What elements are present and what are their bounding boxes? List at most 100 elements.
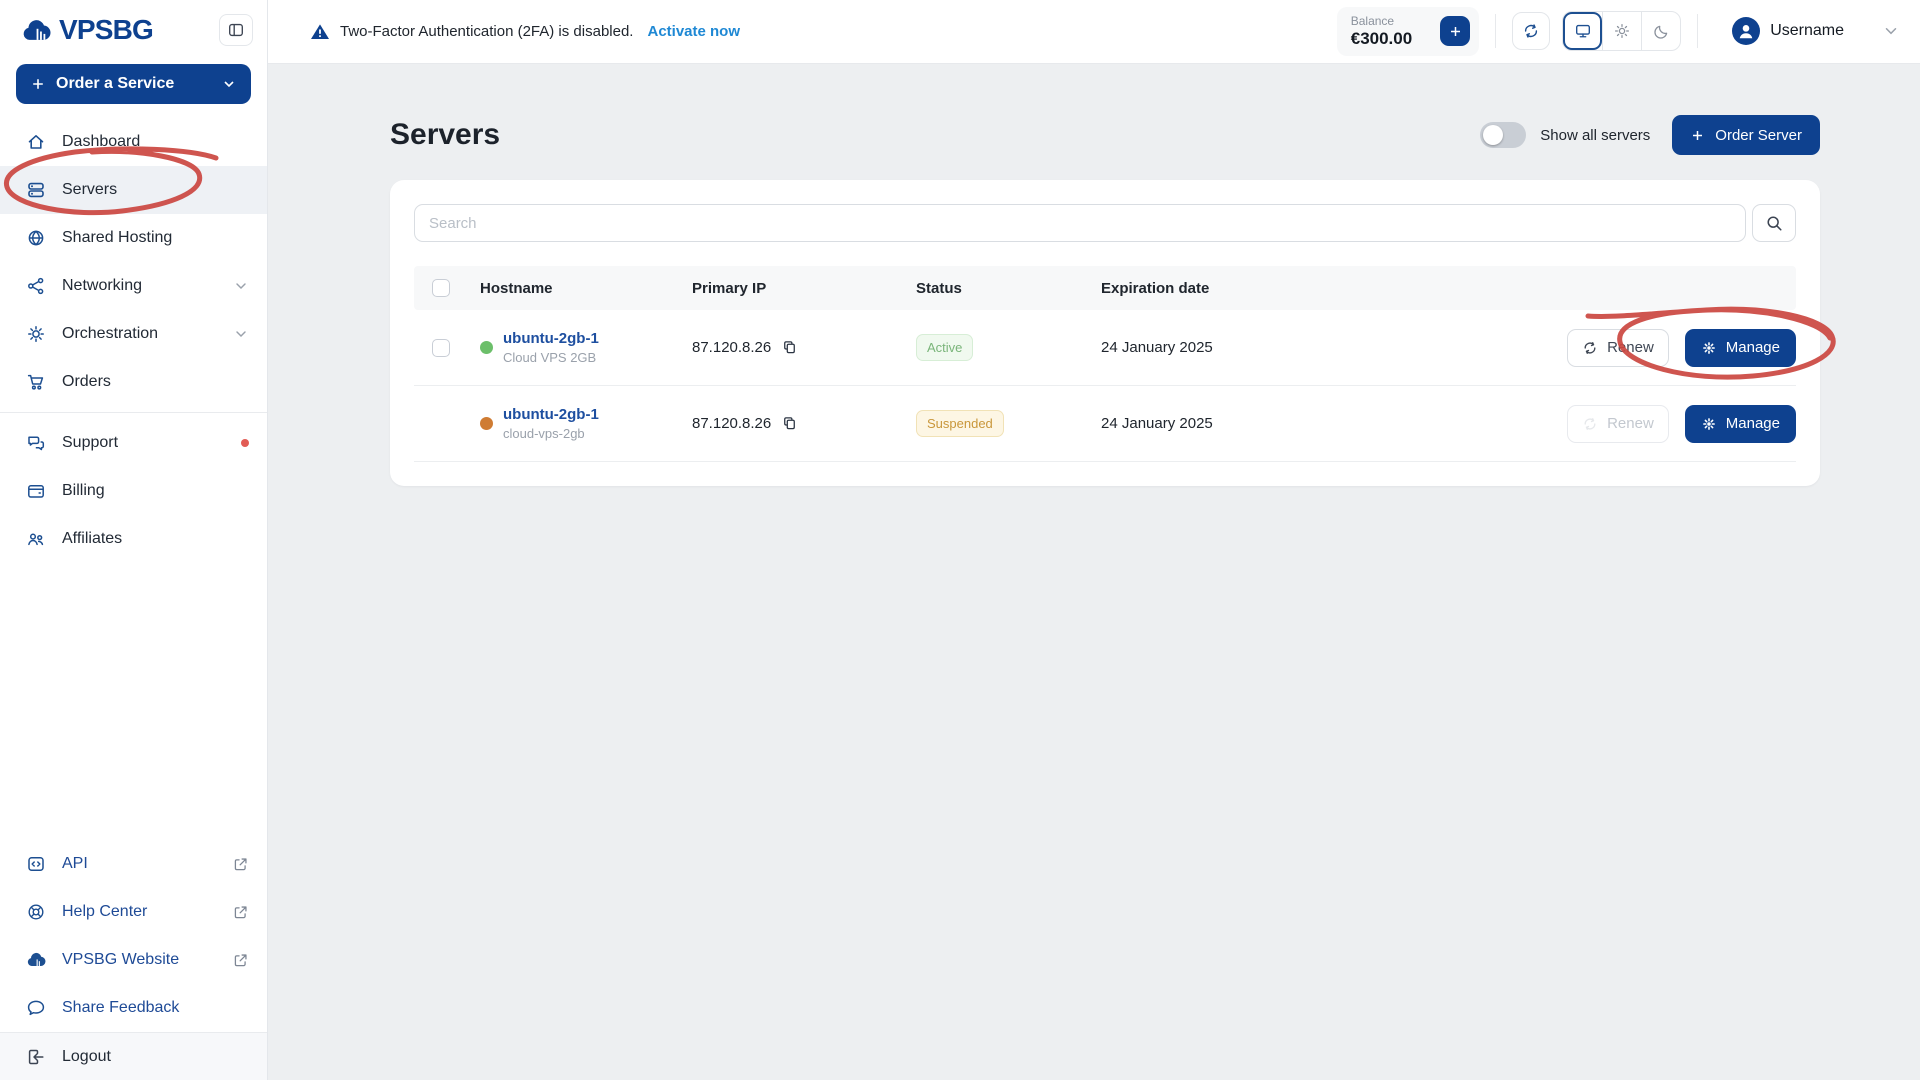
order-server-label: Order Server — [1715, 126, 1802, 144]
balance-card: Balance €300.00 — [1336, 6, 1480, 57]
warning-text: Two-Factor Authentication (2FA) is disab… — [340, 23, 634, 40]
sidebar-logo-row: VPSBG — [0, 0, 267, 60]
manage-label: Manage — [1725, 339, 1780, 356]
user-menu-chevron-icon[interactable] — [1882, 22, 1900, 40]
sidebar-collapse-button[interactable] — [219, 14, 253, 46]
users-icon — [26, 529, 46, 549]
sidebar-item-vpsbg-website[interactable]: VPSBG Website — [0, 936, 267, 984]
sidebar-item-servers[interactable]: Servers — [0, 166, 267, 214]
manage-button[interactable]: Manage — [1684, 404, 1796, 443]
primary-ip-cell: 87.120.8.26 — [692, 339, 916, 356]
primary-ip-cell: 87.120.8.26 — [692, 415, 916, 432]
expiration-date: 24 January 2025 — [1101, 415, 1213, 432]
copy-ip-button[interactable] — [781, 339, 798, 356]
plus-icon — [1693, 130, 1703, 140]
gear-icon — [1702, 417, 1715, 430]
chat-bubbles-icon — [26, 433, 46, 453]
balance-value: €300.00 — [1350, 29, 1413, 49]
sidebar-item-label: Support — [62, 434, 119, 451]
user-menu[interactable]: Username — [1732, 17, 1844, 46]
toggle-knob — [1483, 125, 1504, 145]
renew-button-disabled[interactable]: Renew — [1567, 404, 1669, 443]
cart-icon — [26, 372, 46, 392]
select-all-checkbox[interactable] — [432, 279, 450, 297]
avatar — [1732, 17, 1761, 46]
external-link-icon — [232, 856, 249, 873]
person-icon — [1739, 25, 1753, 39]
sidebar-item-affiliates[interactable]: Affiliates — [0, 515, 267, 563]
sidebar-footer: API Help Center VPSBG Website Share Feed… — [0, 840, 267, 1080]
renew-label: Renew — [1607, 339, 1654, 356]
sidebar-item-label: Networking — [62, 277, 143, 294]
plan-label: cloud-vps-2gb — [503, 426, 585, 441]
sidebar-item-billing[interactable]: Billing — [0, 467, 267, 515]
brand-logo[interactable]: VPSBG — [16, 14, 154, 46]
username-label: Username — [1770, 22, 1844, 40]
external-link-icon — [232, 952, 249, 969]
hostname-link[interactable]: ubuntu-2gb-1 — [503, 406, 599, 423]
refresh-button[interactable] — [1512, 12, 1551, 51]
home-icon — [26, 132, 46, 152]
search-icon — [1766, 215, 1782, 231]
table-body: ubuntu-2gb-1 Cloud VPS 2GB 87.120.8.26 A… — [414, 310, 1796, 462]
theme-switcher — [1562, 11, 1682, 52]
sidebar-item-share-feedback[interactable]: Share Feedback — [0, 984, 267, 1032]
sidebar-item-help-center[interactable]: Help Center — [0, 888, 267, 936]
sidebar-item-support[interactable]: Support — [0, 419, 267, 467]
ip-address: 87.120.8.26 — [692, 339, 772, 356]
plus-icon — [1450, 26, 1460, 36]
activate-now-link[interactable]: Activate now — [647, 23, 740, 40]
plan-label: Cloud VPS 2GB — [503, 350, 597, 365]
sidebar-item-orchestration[interactable]: Orchestration — [0, 310, 267, 358]
status-badge: Suspended — [916, 410, 1004, 437]
page-header: Servers Show all servers Order Server — [390, 114, 1820, 156]
sidebar-item-orders[interactable]: Orders — [0, 358, 267, 406]
wallet-icon — [26, 481, 46, 501]
sidebar-item-label: Help Center — [62, 903, 148, 920]
sidebar-item-label: Orchestration — [62, 325, 159, 342]
sidebar-item-label: Affiliates — [62, 530, 123, 547]
search-button[interactable] — [1752, 204, 1796, 242]
collapse-panel-icon — [229, 23, 243, 37]
sidebar-item-label: VPSBG Website — [62, 951, 180, 968]
sidebar-item-shared-hosting[interactable]: Shared Hosting — [0, 214, 267, 262]
manage-button[interactable]: Manage — [1684, 328, 1796, 367]
cloud-icon — [26, 950, 46, 970]
share-nodes-icon — [26, 276, 46, 296]
sidebar-item-label: Dashboard — [62, 133, 141, 150]
sidebar-item-api[interactable]: API — [0, 840, 267, 888]
theme-light-button[interactable] — [1602, 12, 1641, 51]
sidebar-item-label: API — [62, 855, 88, 872]
sidebar: VPSBG Order a Service Dashboard Servers — [0, 0, 268, 1080]
order-server-button[interactable]: Order Server — [1672, 115, 1820, 155]
show-all-servers-toggle[interactable] — [1480, 122, 1527, 148]
renew-button[interactable]: Renew — [1567, 328, 1669, 367]
hostname-link[interactable]: ubuntu-2gb-1 — [503, 330, 599, 347]
gear-icon — [1702, 341, 1715, 354]
order-a-service-label: Order a Service — [56, 75, 175, 92]
theme-dark-button[interactable] — [1641, 12, 1680, 51]
topbar-right: Balance €300.00 Username — [1336, 6, 1906, 57]
topbar-divider — [1495, 14, 1497, 49]
sidebar-item-dashboard[interactable]: Dashboard — [0, 118, 267, 166]
search-input[interactable] — [414, 204, 1746, 242]
sidebar-item-networking[interactable]: Networking — [0, 262, 267, 310]
column-header-primary-ip: Primary IP — [692, 279, 767, 297]
add-funds-button[interactable] — [1440, 16, 1471, 47]
order-a-service-button[interactable]: Order a Service — [16, 64, 251, 104]
logout-button[interactable]: Logout — [0, 1032, 267, 1080]
content-area: Servers Show all servers Order Server Se… — [268, 64, 1920, 1080]
support-notification-dot — [241, 439, 249, 447]
row-actions: Renew Manage — [1563, 328, 1796, 367]
brand-name: VPSBG — [59, 14, 154, 45]
copy-ip-button[interactable] — [781, 415, 798, 432]
row-actions: Renew Manage — [1563, 404, 1796, 443]
renew-icon — [1584, 341, 1596, 354]
row-checkbox[interactable] — [432, 338, 450, 357]
monitor-icon — [1575, 25, 1590, 38]
status-dot-suspended — [480, 417, 493, 430]
app-window: VPSBG Order a Service Dashboard Servers — [0, 0, 1920, 1080]
page-header-actions: Show all servers Order Server — [1480, 115, 1820, 155]
theme-system-button[interactable] — [1563, 12, 1602, 50]
main-area: Two-Factor Authentication (2FA) is disab… — [268, 0, 1920, 1080]
